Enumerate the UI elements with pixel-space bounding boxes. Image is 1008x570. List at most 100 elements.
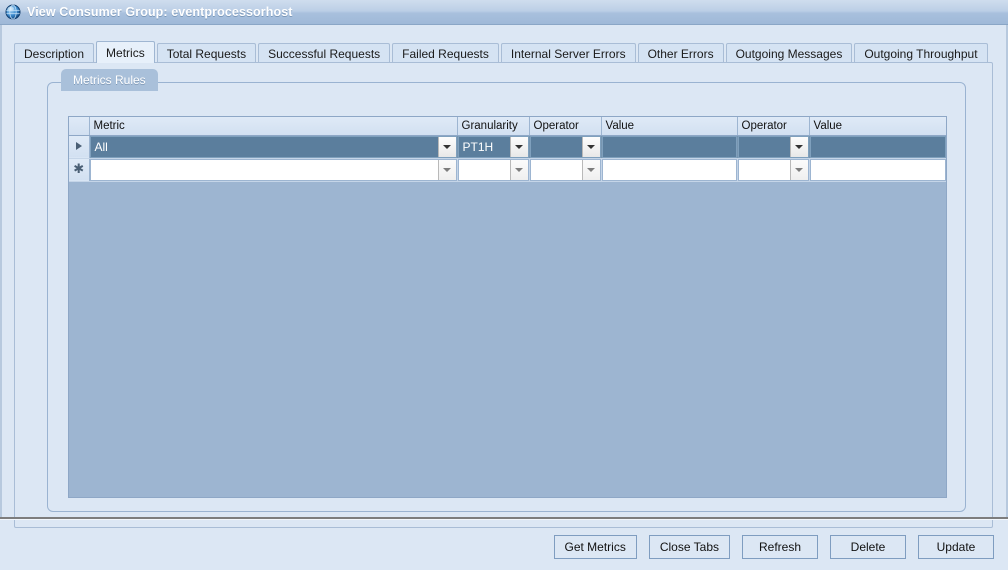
grid-header-metric[interactable]: Metric [89, 117, 458, 136]
tab-outgoing-throughput[interactable]: Outgoing Throughput [854, 43, 988, 63]
tab-outgoing-messages[interactable]: Outgoing Messages [725, 43, 853, 63]
grid-header-label: Granularity [461, 119, 518, 132]
metric-combobox[interactable] [89, 158, 456, 180]
tab-label: Total Requests [166, 46, 247, 61]
tab-page-metrics: Metrics Rules Metric Granularity Operato… [14, 62, 993, 528]
cell-granularity[interactable] [457, 158, 530, 182]
grid-header-row: Metric Granularity Operator Value Operator Va… [69, 117, 947, 136]
grid-header-delete[interactable] [946, 117, 947, 135]
grid-header-value2[interactable]: Value [809, 117, 946, 136]
view-consumer-group-window: View Consumer Group: eventprocessorhost … [0, 0, 1008, 570]
row-selector-cell[interactable] [69, 135, 90, 159]
value2-input[interactable] [809, 135, 945, 157]
chevron-down-icon [515, 144, 523, 149]
operator1-combobox[interactable] [529, 135, 600, 157]
delete-row-cell: X [945, 135, 946, 159]
tab-label: Metrics [106, 45, 145, 60]
value1-input[interactable] [601, 158, 736, 180]
metric-combobox[interactable]: All [89, 135, 456, 157]
get-metrics-button[interactable]: Get Metrics [553, 534, 637, 559]
granularity-dropdown-button[interactable] [509, 159, 528, 180]
value2-input[interactable] [809, 158, 945, 180]
operator1-dropdown-button[interactable] [581, 159, 600, 180]
metric-dropdown-button[interactable] [437, 136, 456, 157]
grid-header-label: Value [813, 119, 843, 132]
tab-label: Outgoing Messages [735, 46, 843, 61]
window-client-area: Description Metrics Total Requests Successf… [0, 25, 1008, 570]
window-edge-left [0, 25, 2, 517]
cell-value2[interactable] [809, 158, 946, 182]
grid-header-granularity[interactable]: Granularity [457, 117, 530, 136]
footer-button-bar: Get Metrics Close Tabs Refresh Delete Update [0, 523, 1008, 570]
granularity-value: PT1H [462, 139, 494, 154]
cell-metric[interactable] [89, 158, 458, 182]
metrics-rules-header: Metrics Rules [61, 69, 158, 91]
operator1-dropdown-button[interactable] [581, 136, 600, 157]
grid-header-label: Value [605, 119, 635, 132]
operator2-combobox[interactable] [737, 158, 808, 180]
operator1-combobox[interactable] [529, 158, 600, 180]
row-selector-cell[interactable]: ✱ [69, 158, 90, 182]
update-button[interactable]: Update [918, 534, 994, 559]
operator2-dropdown-button[interactable] [789, 136, 808, 157]
tab-label: Description [24, 46, 85, 61]
refresh-button[interactable]: Refresh [742, 534, 818, 559]
close-tabs-button[interactable]: Close Tabs [648, 534, 730, 559]
chevron-down-icon [515, 167, 523, 172]
tab-strip: Description Metrics Total Requests Successf… [14, 41, 990, 63]
cell-operator1[interactable] [529, 158, 602, 182]
metrics-rules-grid[interactable]: Metric Granularity Operator Value Operator Va… [68, 116, 947, 498]
tab-label: Internal Server Errors [510, 46, 626, 61]
tab-internal-server-errors[interactable]: Internal Server Errors [500, 43, 636, 63]
tab-description[interactable]: Description [14, 43, 95, 63]
metrics-rules-title: Metrics Rules [73, 73, 146, 87]
tab-total-requests[interactable]: Total Requests [156, 43, 257, 63]
metrics-rules-groupbox: Metrics Rules Metric Granularity Operato… [47, 69, 966, 512]
cell-metric[interactable]: All [89, 135, 458, 159]
cell-value2[interactable] [809, 135, 946, 159]
tab-failed-requests[interactable]: Failed Requests [392, 43, 499, 63]
tab-label: Failed Requests [402, 46, 489, 61]
table-row[interactable]: All PT1H X [69, 135, 946, 159]
grid-header-operator1[interactable]: Operator [529, 117, 602, 136]
chevron-down-icon [443, 167, 451, 172]
chevron-down-icon [587, 167, 595, 172]
value1-input[interactable] [601, 135, 736, 157]
grid-header-label: Operator [533, 119, 579, 132]
new-row-asterisk-icon: ✱ [73, 160, 85, 176]
grid-header-rowsel[interactable] [69, 117, 90, 136]
grid-header-value1[interactable]: Value [601, 117, 738, 136]
chevron-down-icon [795, 144, 803, 149]
cell-granularity[interactable]: PT1H [457, 135, 530, 159]
cell-value1[interactable] [601, 135, 738, 159]
table-row[interactable]: ✱X [69, 158, 946, 182]
cell-value1[interactable] [601, 158, 738, 182]
tab-metrics[interactable]: Metrics [96, 41, 155, 63]
window-titlebar: View Consumer Group: eventprocessorhost [0, 0, 1008, 25]
metrics-rules-table: Metric Granularity Operator Value Operator Va… [69, 117, 947, 182]
metric-dropdown-button[interactable] [437, 159, 456, 180]
tab-other-errors[interactable]: Other Errors [637, 43, 724, 63]
chevron-down-icon [795, 167, 803, 172]
operator2-combobox[interactable] [737, 135, 808, 157]
grid-header-label: Operator [741, 119, 787, 132]
granularity-combobox[interactable]: PT1H [457, 135, 528, 157]
tab-label: Other Errors [647, 46, 714, 61]
grid-header-label: Metric [93, 119, 125, 132]
delete-button[interactable]: Delete [830, 534, 906, 559]
tab-label: Successful Requests [268, 46, 381, 61]
window-title: View Consumer Group: eventprocessorhost [27, 5, 293, 19]
current-row-triangle-icon [75, 141, 82, 150]
granularity-dropdown-button[interactable] [509, 136, 528, 157]
footer-separator [0, 517, 1008, 519]
cell-operator2[interactable] [737, 158, 810, 182]
granularity-combobox[interactable] [457, 158, 528, 180]
chevron-down-icon [587, 144, 595, 149]
metric-value: All [94, 139, 108, 154]
operator2-dropdown-button[interactable] [789, 159, 808, 180]
tab-label: Outgoing Throughput [864, 46, 978, 61]
tab-successful-requests[interactable]: Successful Requests [258, 43, 391, 63]
cell-operator2[interactable] [737, 135, 810, 159]
cell-operator1[interactable] [529, 135, 602, 159]
grid-header-operator2[interactable]: Operator [737, 117, 810, 136]
